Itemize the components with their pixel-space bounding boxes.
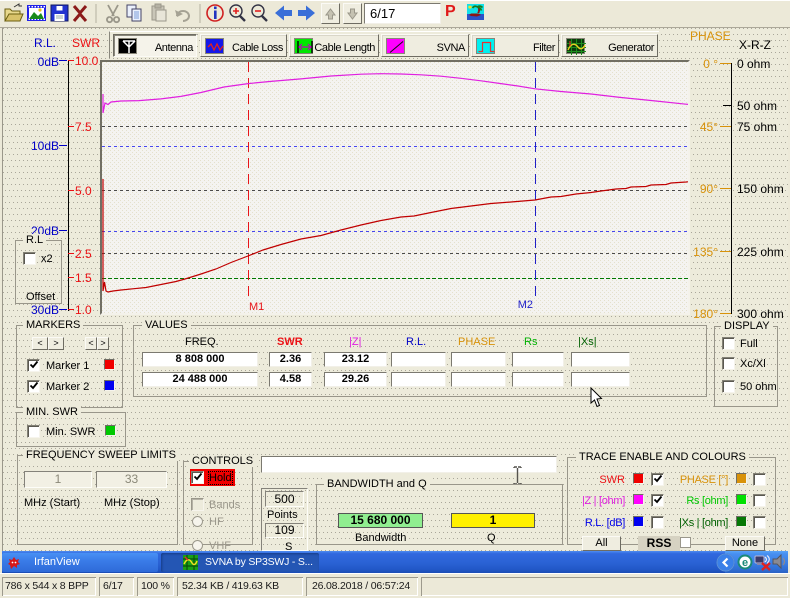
svg-text:M1: M1 [249, 301, 264, 313]
svg-text:M2: M2 [518, 299, 533, 311]
svg-text:e: e [742, 557, 748, 569]
